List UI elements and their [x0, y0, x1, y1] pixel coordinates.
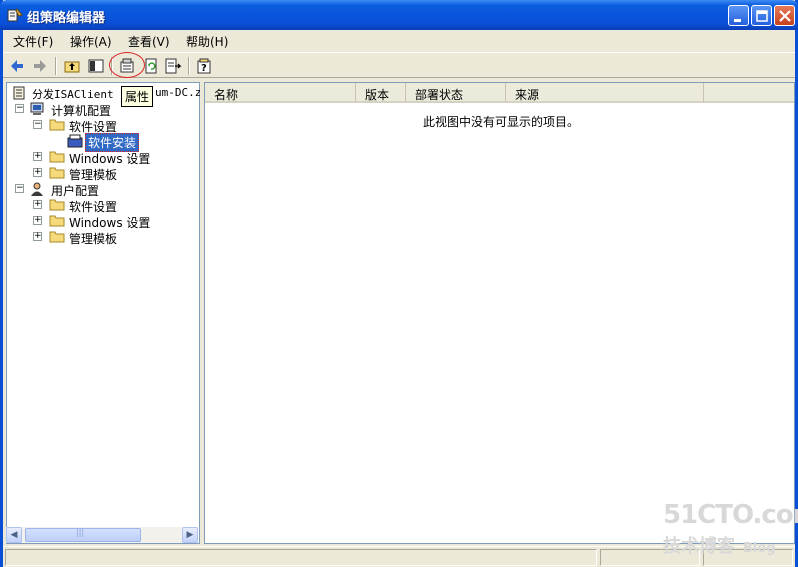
expand-icon[interactable]: + [33, 168, 42, 177]
menu-view[interactable]: 查看(V) [128, 33, 170, 50]
menu-action[interactable]: 操作(A) [70, 33, 112, 50]
show-hide-tree-icon[interactable] [86, 56, 106, 76]
column-header-deploy-state[interactable]: 部署状态 [406, 83, 506, 103]
status-cell-main [5, 549, 597, 566]
column-header-filler [704, 83, 794, 103]
collapse-icon[interactable]: − [15, 104, 24, 113]
up-one-level-icon[interactable] [62, 56, 82, 76]
expand-icon[interactable]: + [33, 152, 42, 161]
computer-icon [30, 102, 44, 115]
menu-file[interactable]: 文件(F) [13, 33, 53, 50]
group-policy-app-icon [7, 8, 23, 22]
watermark-logo: 51CTO.com [663, 500, 798, 530]
group-policy-window: 组策略编辑器 文件(F) 操作(A) 查看(V) 帮助(H) ? 属性 分发IS… [0, 0, 798, 567]
tree-item-user-admin-templates[interactable]: + 管理模板 [33, 229, 193, 246]
folder-icon [49, 119, 65, 131]
svg-text:?: ? [201, 63, 207, 74]
tree-item-software-settings[interactable]: − 软件设置 [33, 117, 193, 134]
tree-item-software-install[interactable]: 软件安装 [65, 133, 185, 152]
expand-icon[interactable]: + [33, 232, 42, 241]
scroll-thumb[interactable] [25, 528, 141, 542]
properties-tooltip: 属性 [121, 86, 154, 107]
expand-icon[interactable]: + [33, 216, 42, 225]
folder-icon [49, 231, 65, 243]
minimize-button[interactable] [728, 5, 749, 26]
software-install-icon [67, 134, 83, 148]
menu-bar: 文件(F) 操作(A) 查看(V) 帮助(H) [3, 30, 795, 50]
folder-icon [49, 215, 65, 227]
title-bar[interactable]: 组策略编辑器 [0, 0, 798, 30]
tree-root[interactable]: 分发ISAClient [ um-DC.zb [10, 85, 208, 101]
tree-item-user-windows-settings[interactable]: + Windows 设置 [33, 213, 193, 230]
back-arrow-icon[interactable] [7, 56, 27, 76]
maximize-button[interactable] [751, 5, 772, 26]
highlight-circle [109, 52, 145, 78]
empty-list-message: 此视图中没有可显示的项目。 [423, 115, 580, 129]
policy-scroll-icon [13, 86, 25, 100]
column-header-version[interactable]: 版本 [356, 83, 406, 103]
column-header-name[interactable]: 名称 [205, 83, 356, 103]
expand-icon[interactable]: + [33, 200, 42, 209]
folder-icon [49, 167, 65, 179]
forward-arrow-icon[interactable] [30, 56, 50, 76]
tree-item-windows-settings[interactable]: + Windows 设置 [33, 149, 193, 166]
help-icon[interactable]: ? [194, 56, 214, 76]
folder-icon [49, 199, 65, 211]
list-pane[interactable]: 名称 版本 部署状态 来源 此视图中没有可显示的项目。 [204, 82, 795, 544]
tree-horizontal-scrollbar[interactable]: ◀ ▶ [6, 527, 198, 543]
menu-help[interactable]: 帮助(H) [186, 33, 228, 50]
tree-item-user-config[interactable]: − 用户配置 [15, 181, 195, 198]
scroll-right-icon[interactable]: ▶ [182, 527, 198, 543]
tree-item-admin-templates[interactable]: + 管理模板 [33, 165, 193, 182]
column-header-source[interactable]: 来源 [506, 83, 704, 103]
scroll-left-icon[interactable]: ◀ [6, 527, 22, 543]
tree-item-computer-config[interactable]: − 计算机配置 [15, 101, 195, 118]
window-title: 组策略编辑器 [27, 11, 106, 26]
user-icon [31, 182, 43, 196]
collapse-icon[interactable]: − [15, 184, 24, 193]
collapse-icon[interactable]: − [33, 120, 42, 129]
watermark: 51CTO.com 技术博客Blog [663, 500, 798, 557]
watermark-subtitle: 技术博客 Blog [663, 536, 776, 557]
export-list-icon[interactable] [163, 56, 183, 76]
tree-root-label: 分发ISAClient [ [32, 88, 127, 101]
folder-icon [49, 151, 65, 163]
user-admin-templates-label: 管理模板 [69, 232, 118, 246]
tree-item-user-software-settings[interactable]: + 软件设置 [33, 197, 193, 214]
close-button[interactable] [774, 5, 795, 26]
tree-pane[interactable]: 分发ISAClient [ um-DC.zb − 计算机配置 − 软件设置 软件… [6, 82, 208, 544]
